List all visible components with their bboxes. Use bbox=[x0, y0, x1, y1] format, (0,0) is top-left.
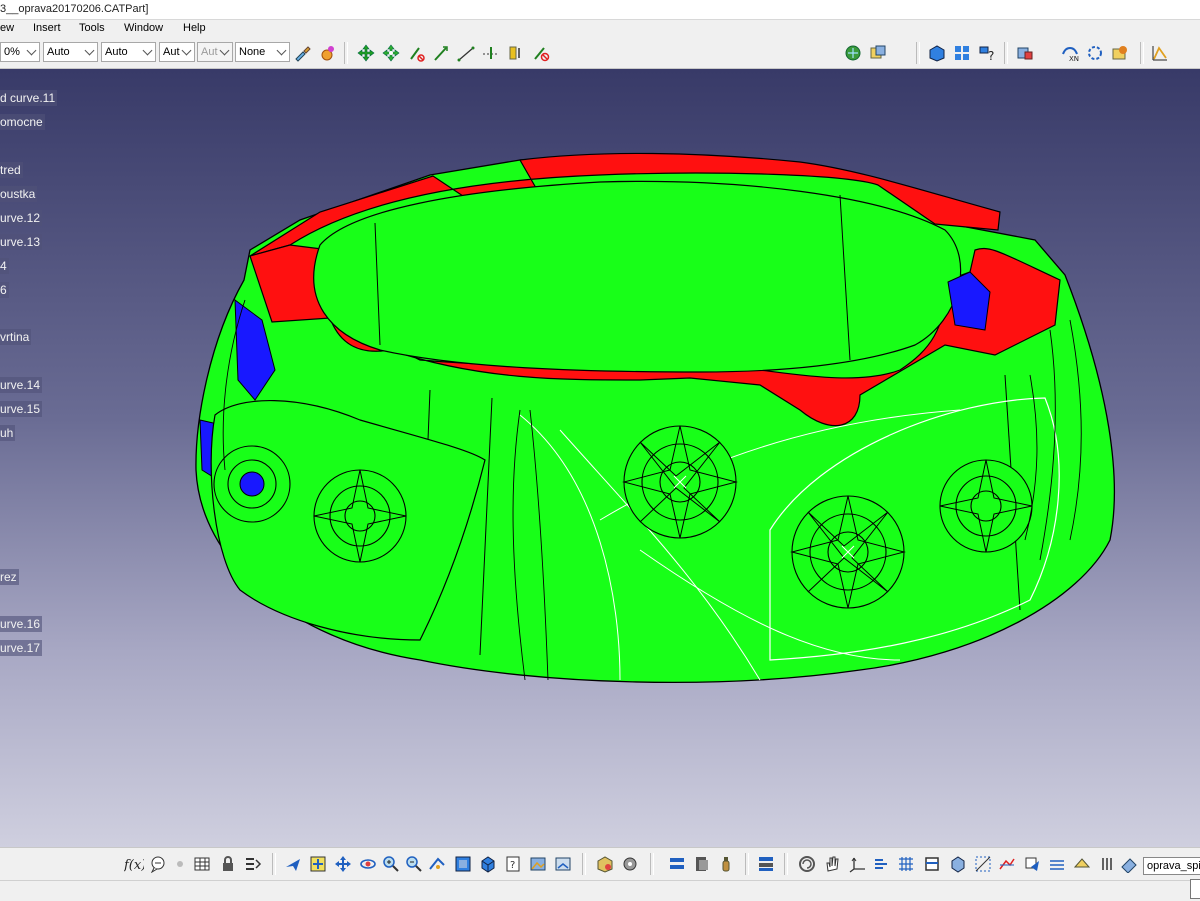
normal-view-icon[interactable] bbox=[427, 854, 447, 874]
pan-icon[interactable] bbox=[333, 854, 353, 874]
3d-viewport[interactable]: d curve.11 omocne tred oustka urve.12 ur… bbox=[0, 69, 1200, 847]
layer-combo[interactable]: None bbox=[235, 42, 290, 62]
menu-tools[interactable]: Tools bbox=[79, 22, 105, 34]
window-title: 3__oprava20170206.CATPart] bbox=[0, 3, 149, 15]
fit-all-icon[interactable] bbox=[308, 854, 328, 874]
svg-text:?: ? bbox=[510, 860, 515, 871]
extract-icon[interactable] bbox=[973, 854, 993, 874]
measure-item-icon[interactable] bbox=[170, 854, 190, 874]
toolbar-separator bbox=[916, 42, 920, 64]
lights-icon[interactable] bbox=[553, 854, 573, 874]
compass-icon[interactable] bbox=[927, 43, 947, 63]
zoom-out-icon[interactable] bbox=[404, 854, 424, 874]
toolbar-separator bbox=[344, 42, 348, 64]
settings-icon[interactable]: ? bbox=[977, 43, 997, 63]
svg-text:f(x): f(x) bbox=[124, 858, 144, 873]
svg-text:XN: XN bbox=[1069, 55, 1079, 62]
svg-text:?: ? bbox=[988, 49, 994, 62]
axis-system-toolbar-icon[interactable]: XN bbox=[1060, 43, 1080, 63]
sketch-tools-icon[interactable] bbox=[843, 43, 863, 63]
render-icon[interactable] bbox=[528, 854, 548, 874]
axis-icon[interactable] bbox=[456, 43, 476, 63]
toolbar-separator bbox=[650, 853, 654, 875]
formula-icon[interactable]: f(x) bbox=[124, 854, 144, 874]
print-icon[interactable] bbox=[620, 854, 640, 874]
layer-value: None bbox=[239, 46, 266, 58]
iso-view-icon[interactable] bbox=[453, 854, 473, 874]
cube-icon[interactable] bbox=[948, 854, 968, 874]
line-color-value: Auto bbox=[47, 46, 70, 58]
paint-brush-icon[interactable] bbox=[292, 43, 312, 63]
fly-icon[interactable] bbox=[283, 854, 303, 874]
line-color-combo[interactable]: Auto bbox=[43, 42, 98, 62]
line-thickness-value: Auto bbox=[105, 46, 128, 58]
rotate-view-icon[interactable] bbox=[358, 854, 378, 874]
save-icon[interactable] bbox=[595, 854, 615, 874]
table-icon[interactable] bbox=[192, 854, 212, 874]
stack-icon[interactable] bbox=[756, 854, 776, 874]
status-scroll-box[interactable] bbox=[1190, 879, 1200, 899]
title-bar: 3__oprava20170206.CATPart] bbox=[0, 0, 1200, 20]
line-thickness-combo[interactable]: Auto bbox=[101, 42, 156, 62]
snap-icon[interactable] bbox=[406, 43, 426, 63]
parameters-icon[interactable] bbox=[243, 854, 263, 874]
knowledge-icon[interactable] bbox=[148, 854, 168, 874]
bottle-icon[interactable] bbox=[716, 854, 736, 874]
axis-system-icon[interactable] bbox=[848, 854, 868, 874]
menu-window[interactable]: Window bbox=[124, 22, 163, 34]
menu-view[interactable]: ew bbox=[0, 22, 14, 34]
curve-icon[interactable] bbox=[1072, 854, 1092, 874]
zoom-in-icon[interactable] bbox=[381, 854, 401, 874]
open-icon[interactable] bbox=[667, 854, 687, 874]
standard-toolbar: f(x) ? bbox=[0, 847, 1200, 881]
undo-icon[interactable] bbox=[797, 854, 817, 874]
line-icon[interactable] bbox=[1047, 854, 1067, 874]
measure-icon[interactable] bbox=[506, 43, 526, 63]
render-style-icon[interactable] bbox=[1110, 43, 1130, 63]
catalog-icon[interactable] bbox=[531, 43, 551, 63]
toolbar-separator bbox=[784, 853, 788, 875]
apply-material-icon[interactable] bbox=[317, 43, 337, 63]
command-input-value: oprava_spic bbox=[1147, 860, 1200, 872]
eraser-icon[interactable] bbox=[1119, 854, 1139, 874]
view-icon[interactable] bbox=[952, 43, 972, 63]
plane-icon[interactable] bbox=[872, 854, 892, 874]
analysis-icon[interactable] bbox=[431, 43, 451, 63]
copy-icon[interactable] bbox=[868, 43, 888, 63]
spline-icon[interactable] bbox=[481, 43, 501, 63]
point-symbol-combo[interactable]: Aut bbox=[197, 42, 233, 62]
menu-insert[interactable]: Insert bbox=[33, 22, 61, 34]
rotate-icon[interactable] bbox=[381, 43, 401, 63]
status-bar bbox=[0, 880, 1200, 901]
point-icon[interactable] bbox=[1022, 854, 1042, 874]
toolbar-separator bbox=[272, 853, 276, 875]
line-type-combo[interactable]: Aut bbox=[159, 42, 195, 62]
reframe-icon[interactable] bbox=[1085, 43, 1105, 63]
lock-icon[interactable] bbox=[218, 854, 238, 874]
translate-icon[interactable] bbox=[356, 43, 376, 63]
swap-visible-icon[interactable]: ? bbox=[503, 854, 523, 874]
hide-show-icon[interactable] bbox=[478, 854, 498, 874]
menu-bar: ew Insert Tools Window Help bbox=[0, 20, 1200, 38]
boundary-icon[interactable] bbox=[997, 854, 1017, 874]
menu-help[interactable]: Help bbox=[183, 22, 206, 34]
toolbar-separator bbox=[745, 853, 749, 875]
grid-icon[interactable] bbox=[896, 854, 916, 874]
file-icon[interactable] bbox=[692, 854, 712, 874]
zoom-value: 0% bbox=[4, 46, 20, 58]
toolbar-separator bbox=[1140, 42, 1144, 64]
drafting-icon[interactable] bbox=[1015, 43, 1035, 63]
zoom-combo[interactable]: 0% bbox=[0, 42, 40, 62]
toolbar-separator bbox=[1004, 42, 1008, 64]
chart-curve-icon[interactable] bbox=[1150, 43, 1170, 63]
box-icon[interactable] bbox=[922, 854, 942, 874]
toolbar-separator bbox=[582, 853, 586, 875]
line-type-value: Aut bbox=[163, 46, 180, 58]
projection-icon[interactable] bbox=[1097, 854, 1117, 874]
command-input[interactable]: oprava_spic bbox=[1143, 857, 1200, 875]
properties-toolbar: 0% Auto Auto Aut Aut None ? XN bbox=[0, 38, 1200, 69]
point-symbol-value: Aut bbox=[201, 46, 218, 58]
ashtray-model[interactable] bbox=[0, 69, 1200, 847]
hand-icon[interactable] bbox=[822, 854, 842, 874]
